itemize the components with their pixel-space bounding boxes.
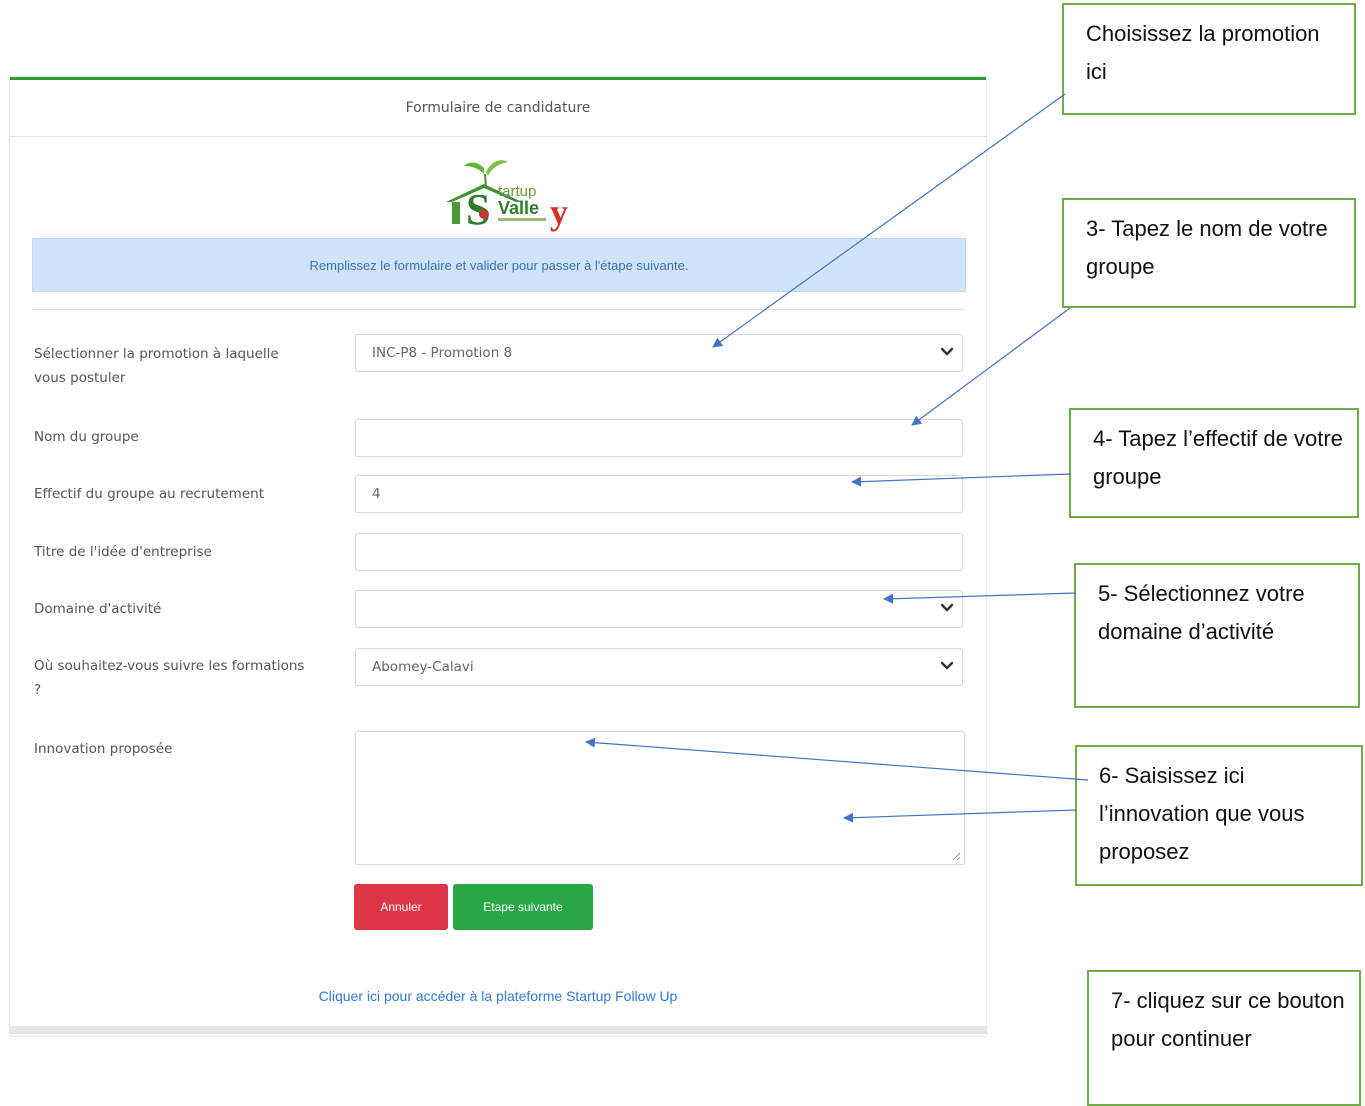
chevron-down-icon xyxy=(940,347,954,356)
callout-next-button: 7- cliquez sur ce bouton pour continuer xyxy=(1087,970,1361,1106)
promotion-select[interactable]: INC-P8 - Promotion 8 xyxy=(355,334,963,372)
form-header: Formulaire de candidature xyxy=(10,80,986,137)
training-location-select[interactable]: Abomey-Calavi xyxy=(355,648,963,686)
idea-title-input[interactable] xyxy=(355,533,963,571)
logo-letter-s: S xyxy=(466,185,490,234)
window-bottom-bar xyxy=(10,1026,986,1034)
innovation-label: Innovation proposée xyxy=(34,741,173,757)
activity-domain-select[interactable] xyxy=(355,590,963,628)
info-banner: Remplissez le formulaire et valider pour… xyxy=(32,238,966,292)
logo-letter-y: y xyxy=(550,192,568,232)
chevron-down-icon xyxy=(940,603,954,612)
group-name-label: Nom du groupe xyxy=(34,429,139,445)
logo-text-bottom: Valle xyxy=(498,198,539,218)
callout-group-name: 3- Tapez le nom de votre groupe xyxy=(1062,198,1356,308)
innovation-textarea[interactable] xyxy=(355,731,965,865)
form-title: Formulaire de candidature xyxy=(405,100,591,116)
follow-up-platform-link[interactable]: Cliquer ici pour accéder à la plateforme… xyxy=(10,988,986,1004)
callout-activity-domain: 5- Sélectionnez votre domaine d’activité xyxy=(1074,563,1360,708)
training-location-label: Où souhaitez-vous suivre les formations … xyxy=(34,658,305,698)
callout-innovation: 6- Saisissez ici l’innovation que vous p… xyxy=(1075,745,1363,886)
resize-grip-icon[interactable] xyxy=(951,851,961,861)
callout-promotion: Choisissez la promotion ici xyxy=(1062,3,1356,115)
divider xyxy=(32,309,964,310)
group-name-input[interactable] xyxy=(355,419,963,457)
idea-title-label: Titre de l'idée d'entreprise xyxy=(34,544,212,560)
application-form-window: Formulaire de candidature S tartup Valle… xyxy=(10,77,986,1036)
promotion-label: Sélectionner la promotion à laquelle vou… xyxy=(34,346,279,386)
cancel-button[interactable]: Annuler xyxy=(354,884,448,930)
group-size-value: 4 xyxy=(372,486,381,502)
startup-valley-logo: S tartup Valle y xyxy=(446,160,568,234)
next-step-button[interactable]: Etape suivante xyxy=(453,884,593,930)
chevron-down-icon xyxy=(940,661,954,670)
promotion-select-value: INC-P8 - Promotion 8 xyxy=(372,345,513,361)
activity-domain-label: Domaine d'activité xyxy=(34,601,162,617)
group-size-label: Effectif du groupe au recrutement xyxy=(34,486,264,502)
callout-group-size: 4- Tapez l’effectif de votre groupe xyxy=(1069,408,1359,518)
training-location-value: Abomey-Calavi xyxy=(372,659,474,675)
group-size-input[interactable]: 4 xyxy=(355,475,963,513)
info-banner-text: Remplissez le formulaire et valider pour… xyxy=(309,257,689,273)
